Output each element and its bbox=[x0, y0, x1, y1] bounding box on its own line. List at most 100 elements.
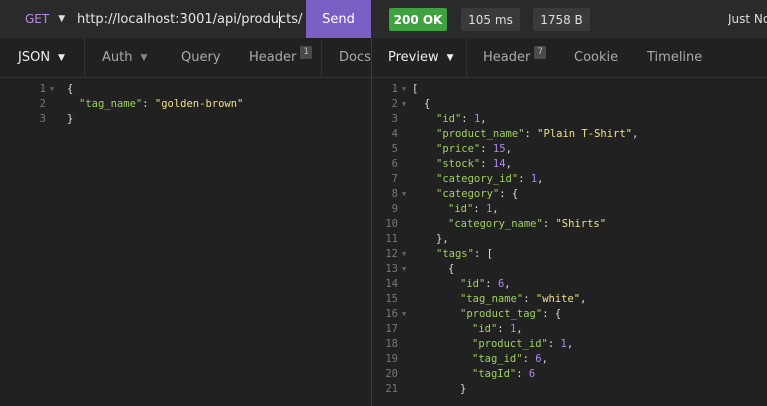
line-number: 8 bbox=[391, 188, 398, 200]
text-cursor bbox=[279, 11, 280, 28]
code-content: "price": 15, bbox=[436, 142, 512, 157]
tab-docs[interactable]: Docs bbox=[339, 38, 371, 77]
code-content: "id": 1, bbox=[472, 322, 523, 337]
code-token: "Plain T-Shirt" bbox=[537, 128, 632, 140]
tab-query-label: Query bbox=[181, 50, 221, 65]
code-content: "product_name": "Plain T-Shirt", bbox=[436, 127, 638, 142]
code-token: "white" bbox=[535, 293, 581, 305]
code-content: "category_name": "Shirts" bbox=[448, 217, 606, 232]
code-token: , bbox=[504, 278, 511, 290]
line-number: 1 bbox=[391, 83, 398, 95]
pane-divider[interactable] bbox=[371, 38, 372, 406]
line-number: 13 bbox=[385, 263, 398, 275]
code-token: , bbox=[632, 128, 639, 140]
code-token: : bbox=[516, 368, 529, 380]
code-line: 4 "product_name": "Plain T-Shirt", bbox=[373, 127, 767, 142]
code-line: 17 "id": 1, bbox=[373, 322, 767, 337]
response-size-badge[interactable]: 1758 B bbox=[533, 8, 590, 31]
method-select[interactable]: GET ▼ bbox=[0, 0, 70, 38]
tab-query[interactable]: Query bbox=[181, 38, 221, 77]
code-line: 11}, bbox=[373, 232, 767, 247]
line-number: 11 bbox=[385, 233, 398, 245]
code-token: "category_name" bbox=[448, 218, 543, 230]
code-content: { bbox=[67, 82, 73, 97]
tab-divider bbox=[321, 38, 322, 77]
code-token: : { bbox=[542, 308, 562, 320]
fold-toggle-icon[interactable]: ▼ bbox=[402, 247, 406, 262]
code-line: 13 ▼ { bbox=[373, 262, 767, 277]
tab-json-label: JSON bbox=[18, 50, 51, 65]
line-number: 3 bbox=[39, 113, 46, 125]
code-token: } bbox=[67, 113, 74, 125]
code-line: 19 "tag_id": 6, bbox=[373, 352, 767, 367]
code-line: 6 "stock": 14, bbox=[373, 157, 767, 172]
chevron-down-icon: ▼ bbox=[140, 52, 148, 63]
tab-header[interactable]: Header 1 bbox=[249, 38, 313, 77]
response-timestamp[interactable]: Just No bbox=[728, 0, 767, 38]
response-header-count-badge: 7 bbox=[534, 46, 547, 59]
code-content: "tag_name": "white", bbox=[460, 292, 586, 307]
fold-toggle-icon[interactable]: ▼ bbox=[402, 262, 406, 277]
code-line: 12 ▼ "tags": [ bbox=[373, 247, 767, 262]
request-body-editor[interactable]: 1 ▼{2 "tag_name": "golden-brown" 3} bbox=[0, 82, 370, 402]
code-token: , bbox=[480, 113, 487, 125]
code-token: "price" bbox=[436, 143, 481, 155]
fold-toggle-icon[interactable]: ▼ bbox=[402, 187, 406, 202]
tab-timeline[interactable]: Timeline bbox=[647, 38, 702, 77]
fold-toggle-icon[interactable]: ▼ bbox=[402, 82, 406, 97]
tabs-divider bbox=[0, 77, 371, 78]
line-number: 2 bbox=[39, 98, 46, 110]
code-token: "tagId" bbox=[472, 368, 517, 380]
code-token: "category_id" bbox=[436, 173, 519, 185]
code-token: : bbox=[480, 143, 493, 155]
code-line: 3} bbox=[0, 112, 370, 127]
line-number: 6 bbox=[391, 158, 398, 170]
send-button[interactable]: Send bbox=[306, 0, 371, 38]
code-token: "tag_id" bbox=[472, 353, 523, 365]
code-content: "category_id": 1, bbox=[436, 172, 544, 187]
tab-response-header[interactable]: Header 7 bbox=[483, 38, 547, 77]
code-content: "id": 1, bbox=[436, 112, 487, 127]
tabs-divider bbox=[372, 77, 767, 78]
fold-toggle-icon[interactable]: ▼ bbox=[402, 97, 406, 112]
tab-auth[interactable]: Auth ▼ bbox=[102, 38, 147, 77]
tab-preview[interactable]: Preview ▼ bbox=[388, 38, 454, 77]
code-token: , bbox=[537, 173, 544, 185]
code-content: } bbox=[67, 112, 73, 127]
line-number: 3 bbox=[391, 113, 398, 125]
line-number: 5 bbox=[391, 143, 398, 155]
code-content: { bbox=[424, 97, 430, 112]
fold-toggle-icon[interactable]: ▼ bbox=[402, 307, 406, 322]
code-line: 9 "id": 1, bbox=[373, 202, 767, 217]
code-token: : bbox=[547, 338, 561, 350]
tab-docs-label: Docs bbox=[339, 50, 371, 65]
tab-divider bbox=[84, 38, 85, 77]
line-number: 14 bbox=[385, 278, 398, 290]
tab-cookie[interactable]: Cookie bbox=[574, 38, 618, 77]
code-token: , bbox=[505, 158, 512, 170]
code-line: 16 ▼ "product_tag": { bbox=[373, 307, 767, 322]
tab-preview-label: Preview bbox=[388, 50, 439, 65]
url-input[interactable] bbox=[70, 0, 306, 38]
code-content: "product_tag": { bbox=[460, 307, 561, 322]
code-token: : bbox=[542, 218, 556, 230]
code-token: "id" bbox=[472, 323, 498, 335]
code-line: 15 "tag_name": "white", bbox=[373, 292, 767, 307]
line-number: 7 bbox=[391, 173, 398, 185]
fold-toggle-icon[interactable]: ▼ bbox=[50, 82, 54, 97]
code-token: , bbox=[566, 338, 574, 350]
code-line: 1 ▼ [ bbox=[373, 82, 767, 97]
code-token: : bbox=[480, 158, 493, 170]
response-viewer[interactable]: 1 ▼ [2 ▼ {3 "id": 1, 4 "product_name": "Plain T… bbox=[373, 82, 767, 402]
tab-json[interactable]: JSON ▼ bbox=[18, 38, 65, 77]
tab-header-label: Header bbox=[249, 50, 297, 65]
code-token: 6 bbox=[528, 368, 536, 380]
code-token: , bbox=[505, 143, 512, 155]
code-token: : bbox=[518, 173, 531, 185]
code-token: , bbox=[580, 293, 587, 305]
code-token: } bbox=[460, 383, 467, 395]
line-number: 10 bbox=[385, 218, 398, 230]
code-token: : bbox=[497, 323, 510, 335]
code-token: : { bbox=[499, 188, 519, 200]
code-content: }, bbox=[436, 232, 449, 247]
